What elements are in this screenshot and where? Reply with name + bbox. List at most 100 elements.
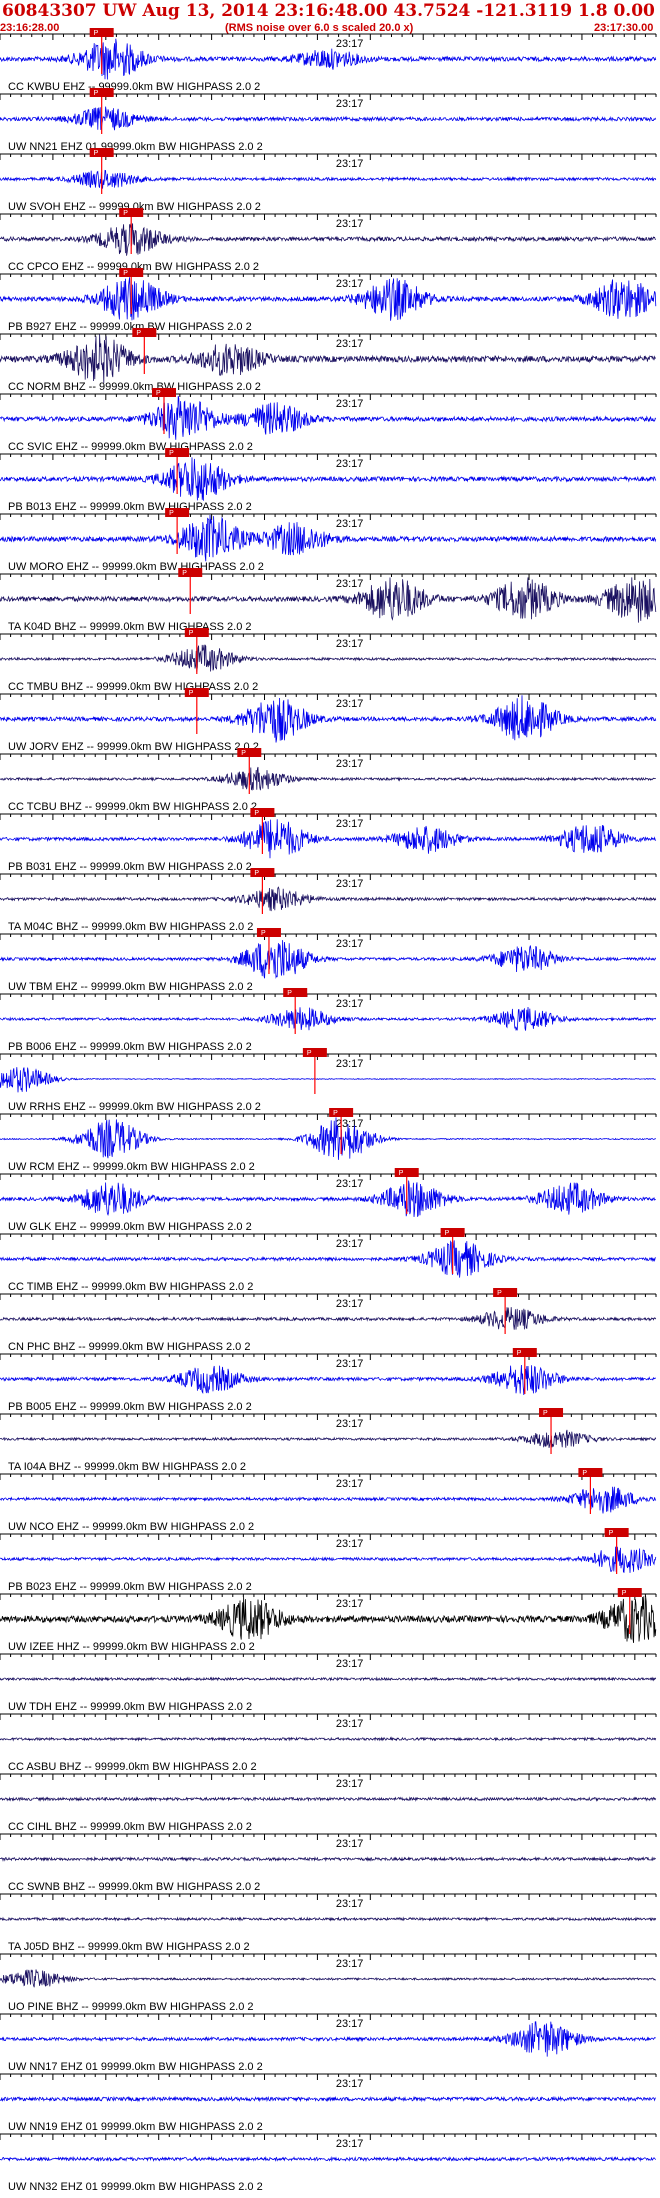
- station-label: PB B005 EHZ -- 99999.0km BW HIGHPASS 2.0…: [8, 1401, 252, 1413]
- minute-mark-label: 23:17: [336, 1478, 364, 1490]
- station-label: PB B031 EHZ -- 99999.0km BW HIGHPASS 2.0…: [8, 861, 252, 873]
- pick-marker-label: P: [254, 870, 259, 877]
- pick-marker-label: P: [609, 1530, 614, 1537]
- pick-marker-label: P: [156, 390, 161, 397]
- pick-marker-label: P: [497, 1290, 502, 1297]
- pick-marker-label: P: [287, 990, 292, 997]
- station-label: CC KWBU EHZ -- 99999.0km BW HIGHPASS 2.0…: [8, 81, 260, 93]
- station-panel: 23:17 CC TIMB EHZ -- 99999.0km BW HIGHPAS…: [0, 1228, 657, 1293]
- minute-mark-label: 23:17: [336, 158, 364, 170]
- minute-mark-label: 23:17: [336, 638, 364, 650]
- station-label: UW NN19 EHZ 01 99999.0km BW HIGHPASS 2.0…: [8, 2121, 263, 2133]
- pick-marker-label: P: [622, 1590, 627, 1597]
- station-panel: 23:17 CC KWBU EHZ -- 99999.0km BW HIGHPAS…: [0, 28, 657, 93]
- station-label: CN PHC BHZ -- 99999.0km BW HIGHPASS 2.0 …: [8, 1341, 250, 1353]
- pick-marker-label: P: [582, 1470, 587, 1477]
- pick-marker-label: P: [399, 1170, 404, 1177]
- station-label: UW NCO EHZ -- 99999.0km BW HIGHPASS 2.0 …: [8, 1521, 254, 1533]
- station-label: TA K04D BHZ -- 99999.0km BW HIGHPASS 2.0…: [8, 621, 252, 633]
- station-label: UW NN32 EHZ 01 99999.0km BW HIGHPASS 2.0…: [8, 2181, 263, 2193]
- minute-mark-label: 23:17: [336, 1538, 364, 1550]
- minute-mark-label: 23:17: [336, 1838, 364, 1850]
- station-panel: 23:17 CC ASBU BHZ -- 99999.0km BW HIGHPAS…: [0, 1713, 657, 1773]
- station-panel: 23:17 UW NN32 EHZ 01 99999.0km BW HIGHPAS…: [0, 2133, 657, 2193]
- minute-mark-label: 23:17: [336, 998, 364, 1010]
- waveform-trace: [0, 766, 656, 791]
- waveform-trace: [0, 1486, 657, 1514]
- waveform-trace: [0, 223, 656, 256]
- station-panel: 23:17 TA I04A BHZ -- 99999.0km BW HIGHPAS…: [0, 1408, 657, 1473]
- station-label: TA M04C BHZ -- 99999.0km BW HIGHPASS 2.0…: [8, 921, 253, 933]
- station-label: PB B927 EHZ -- 99999.0km BW HIGHPASS 2.0…: [8, 321, 252, 333]
- minute-mark-label: 23:17: [336, 2018, 364, 2030]
- pick-marker-label: P: [241, 750, 246, 757]
- minute-mark-label: 23:17: [336, 938, 364, 950]
- station-panel: 23:17 PB B006 EHZ -- 99999.0km BW HIGHPAS…: [0, 988, 657, 1053]
- seismogram-plot: 60843307 UW Aug 13, 2014 23:16:48.00 43.…: [0, 1, 660, 2193]
- pick-marker-label: P: [189, 690, 194, 697]
- minute-mark-label: 23:17: [336, 1658, 364, 1670]
- station-label: UO PINE BHZ -- 99999.0km BW HIGHPASS 2.0…: [8, 2001, 254, 2013]
- pick-marker-label: P: [94, 150, 99, 157]
- minute-mark-label: 23:17: [336, 698, 364, 710]
- waveform-trace: [0, 2021, 656, 2057]
- station-panel: 23:17 TA K04D BHZ -- 99999.0km BW HIGHPAS…: [0, 568, 657, 633]
- minute-mark-label: 23:17: [336, 2078, 364, 2090]
- waveform-trace: [0, 1117, 657, 1160]
- start-time-label: 23:16:28.00: [0, 22, 59, 34]
- station-panel: 23:17 UW IZEE HHZ -- 99999.0km BW HIGHPAS…: [0, 1588, 657, 1653]
- minute-mark-label: 23:17: [336, 1418, 364, 1430]
- station-panel: 23:17 UW NN17 EHZ 01 99999.0km BW HIGHPAS…: [0, 2013, 657, 2073]
- waveform-trace: [0, 457, 657, 501]
- waveform-trace: [0, 1180, 656, 1217]
- minute-mark-label: 23:17: [336, 278, 364, 290]
- minute-mark-label: 23:17: [336, 398, 364, 410]
- station-panel: 23:17 TA M04C BHZ -- 99999.0km BW HIGHPAS…: [0, 868, 657, 933]
- waveform-trace: [0, 106, 657, 131]
- station-panel: 23:17UW SVOH EHZ -- 99999.0km BW HIGHPAS…: [0, 148, 657, 213]
- station-panel: 23:17 UO PINE BHZ -- 99999.0km BW HIGHPAS…: [0, 1953, 657, 2013]
- pick-marker-label: P: [445, 1230, 450, 1237]
- waveform-trace: [0, 1916, 657, 1922]
- minute-mark-label: 23:17: [336, 218, 364, 230]
- station-label: PB B006 EHZ -- 99999.0km BW HIGHPASS 2.0…: [8, 1041, 252, 1053]
- minute-mark-label: 23:17: [336, 1598, 364, 1610]
- minute-mark-label: 23:17: [336, 1118, 364, 1130]
- station-label: PB B013 EHZ -- 99999.0km BW HIGHPASS 2.0…: [8, 501, 252, 513]
- station-panel: 23:17 PB B013 EHZ -- 99999.0km BW HIGHPAS…: [0, 448, 657, 513]
- station-panel: 23:17 UW TDH EHZ -- 99999.0km BW HIGHPASS…: [0, 1653, 657, 1713]
- minute-mark-label: 23:17: [336, 758, 364, 770]
- pick-marker-label: P: [123, 270, 128, 277]
- minute-mark-label: 23:17: [336, 2138, 364, 2150]
- station-panel: 23:17 CC CIHL BHZ -- 99999.0km BW HIGHPAS…: [0, 1773, 657, 1833]
- minute-mark-label: 23:17: [336, 1958, 364, 1970]
- station-panel: 23:17 UW NN19 EHZ 01 99999.0km BW HIGHPAS…: [0, 2073, 657, 2133]
- station-panel: 23:17 PB B023 EHZ -- 99999.0km BW HIGHPAS…: [0, 1528, 657, 1593]
- waveform-trace: [0, 169, 657, 189]
- station-panel: 23:17 CC NORM BHZ -- 99999.0km BW HIGHPAS…: [0, 328, 657, 393]
- minute-mark-label: 23:17: [336, 1178, 364, 1190]
- station-label: UW IZEE HHZ -- 99999.0km BW HIGHPASS 2.0…: [8, 1641, 255, 1653]
- minute-mark-label: 23:17: [336, 1778, 364, 1790]
- station-panel: 23:17 UW TBM EHZ -- 99999.0km BW HIGHPASS…: [0, 928, 657, 993]
- station-panel: 23:17CC CPCO EHZ -- 99999.0km BW HIGHPAS…: [0, 208, 657, 273]
- station-panel: 23:17 CN PHC BHZ -- 99999.0km BW HIGHPASS…: [0, 1288, 657, 1353]
- station-label: CC TMBU BHZ -- 99999.0km BW HIGHPASS 2.0…: [8, 681, 258, 693]
- waveform-trace: [0, 1546, 657, 1574]
- station-panel: 23:17 CC SWNB BHZ -- 99999.0km BW HIGHPAS…: [0, 1833, 657, 1893]
- station-panel: 23:17 UW MORO EHZ -- 99999.0km BW HIGHPAS…: [0, 508, 657, 573]
- minute-mark-label: 23:17: [336, 1358, 364, 1370]
- minute-mark-label: 23:17: [336, 1718, 364, 1730]
- minute-mark-label: 23:17: [336, 578, 364, 590]
- pick-marker-label: P: [136, 330, 141, 337]
- minute-mark-label: 23:17: [336, 1058, 364, 1070]
- pick-marker-label: P: [333, 1110, 338, 1117]
- station-label: CC CIHL BHZ -- 99999.0km BW HIGHPASS 2.0…: [8, 1821, 252, 1833]
- trace-panels: 23:17 CC KWBU EHZ -- 99999.0km BW HIGHPAS…: [0, 28, 657, 2193]
- waveform-trace: [0, 1676, 657, 1682]
- waveform-trace: [0, 277, 657, 321]
- waveform-trace: [0, 1969, 656, 1988]
- station-label: UW NN17 EHZ 01 99999.0km BW HIGHPASS 2.0…: [8, 2061, 263, 2073]
- waveform-trace: [0, 1006, 657, 1032]
- waveform-trace: [0, 1067, 656, 1093]
